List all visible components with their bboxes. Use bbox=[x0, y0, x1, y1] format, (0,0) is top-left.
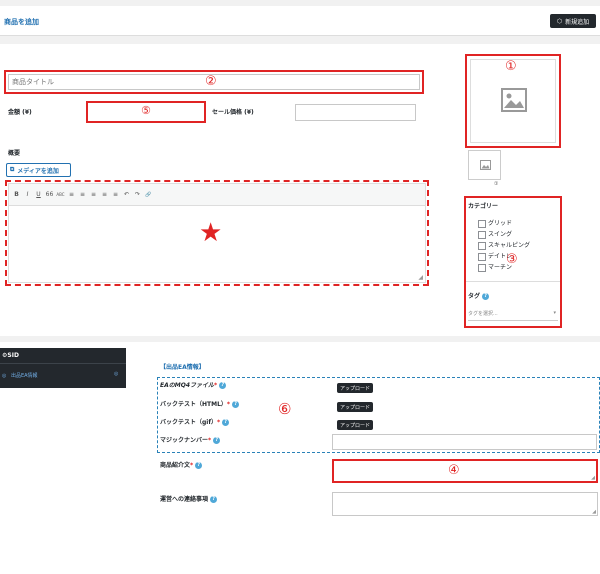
new-product-button[interactable]: ⬡ 新規追加 bbox=[550, 14, 596, 28]
contact-label: 運営への連絡事項? bbox=[160, 494, 218, 503]
meta-sidebar: ⚙SID ◎ 出品EA情報 ◎ bbox=[0, 348, 126, 388]
sale-price-input[interactable] bbox=[295, 104, 416, 121]
category-item[interactable]: デイトレ bbox=[478, 251, 558, 262]
checkbox[interactable] bbox=[478, 252, 486, 261]
align-left-button[interactable]: ≡ bbox=[88, 191, 99, 198]
category-item[interactable]: グリッド bbox=[478, 218, 558, 229]
checkbox[interactable] bbox=[478, 241, 486, 250]
thumbnail-image-icon bbox=[480, 160, 491, 170]
category-item[interactable]: スキャルピング bbox=[478, 240, 558, 251]
checkbox[interactable] bbox=[478, 230, 486, 239]
mq4-file-label: EAのMQ4ファイル*? bbox=[160, 380, 227, 389]
media-icon: ⧉ bbox=[10, 166, 15, 173]
magic-number-input[interactable] bbox=[332, 434, 597, 450]
bullet-list-button[interactable]: ≡ bbox=[66, 191, 77, 198]
annotation-2: ② bbox=[205, 74, 217, 89]
category-divider bbox=[466, 281, 560, 282]
sidebar-item-ea-info[interactable]: ◎ 出品EA情報 ◎ bbox=[0, 364, 126, 388]
help-icon[interactable]: ? bbox=[195, 462, 203, 469]
product-intro-label: 商品紹介文*? bbox=[160, 460, 203, 469]
editor-body[interactable]: ★ ◢ bbox=[9, 206, 425, 282]
editor-toolbar: B I U 66 ABC ≡ ≡ ≡ ≡ ≡ ↶ ↷ 🔗 bbox=[9, 184, 425, 206]
quote-button[interactable]: 66 bbox=[44, 191, 55, 198]
strikethrough-button[interactable]: ABC bbox=[55, 192, 66, 197]
help-icon[interactable]: ? bbox=[482, 293, 490, 300]
annotation-4: ④ bbox=[448, 463, 460, 478]
backtest-gif-upload-button[interactable]: アップロード bbox=[337, 420, 373, 430]
redo-button[interactable]: ↷ bbox=[132, 191, 143, 198]
box-icon: ⬡ bbox=[556, 17, 563, 25]
category-title: カテゴリー bbox=[468, 203, 499, 210]
checkbox[interactable] bbox=[478, 263, 486, 272]
image-placeholder-icon bbox=[501, 88, 527, 112]
annotation-5: ⑤ bbox=[141, 104, 151, 117]
backtest-gif-label: バックテスト（gif）*? bbox=[160, 417, 230, 426]
category-item[interactable]: スイング bbox=[478, 229, 558, 240]
resize-handle-icon[interactable]: ◢ bbox=[418, 274, 423, 281]
resize-handle-icon[interactable]: ◢ bbox=[592, 509, 596, 515]
italic-button[interactable]: I bbox=[22, 191, 33, 198]
sale-price-label: セール価格 (¥) bbox=[212, 109, 254, 116]
star-annotation: ★ bbox=[199, 218, 223, 248]
backtest-html-label: バックテスト（HTML）*? bbox=[160, 399, 240, 408]
page-title: 商品を追加 bbox=[4, 18, 39, 26]
category-list: グリッド スイング スキャルピング デイトレ マーチン bbox=[478, 218, 558, 273]
ea-section-title: 【出品EA情報】 bbox=[160, 364, 205, 371]
mq4-upload-button[interactable]: アップロード bbox=[337, 383, 373, 393]
category-item[interactable]: マーチン bbox=[478, 262, 558, 273]
price-label: 金額 (¥) bbox=[8, 109, 32, 116]
resize-handle-icon[interactable]: ◢ bbox=[591, 475, 595, 481]
tag-title: タグ bbox=[468, 293, 481, 300]
sidebar-header: ⚙SID bbox=[0, 348, 126, 364]
help-icon[interactable]: ? bbox=[232, 401, 240, 408]
backtest-html-upload-button[interactable]: アップロード bbox=[337, 402, 373, 412]
featured-image-box[interactable]: ① bbox=[465, 54, 561, 148]
circle-icon: ◎ bbox=[2, 373, 7, 379]
page-header: 商品を追加 ⬡ 新規追加 bbox=[0, 6, 600, 36]
underline-button[interactable]: U bbox=[33, 191, 44, 198]
content-editor: B I U 66 ABC ≡ ≡ ≡ ≡ ≡ ↶ ↷ 🔗 ★ ◢ bbox=[8, 183, 426, 283]
tag-title-row: タグ? bbox=[468, 291, 490, 300]
link-icon[interactable]: 🔗 bbox=[143, 192, 154, 198]
annotation-3: ③ bbox=[506, 252, 518, 267]
numbered-list-button[interactable]: ≡ bbox=[77, 191, 88, 198]
category-tag-box: カテゴリー グリッド スイング スキャルピング デイトレ マーチン ③ タグ? … bbox=[464, 196, 562, 328]
annotation-1: ① bbox=[505, 59, 517, 74]
help-icon[interactable]: ? bbox=[219, 382, 227, 389]
product-intro-textarea[interactable]: ④ ◢ bbox=[332, 459, 598, 483]
bold-button[interactable]: B bbox=[11, 191, 22, 198]
chevron-down-icon: ▾ bbox=[553, 310, 556, 316]
help-icon[interactable]: ? bbox=[210, 496, 218, 503]
magic-number-label: マジックナンバー*? bbox=[160, 435, 221, 444]
help-icon[interactable]: ? bbox=[222, 419, 230, 426]
align-right-button[interactable]: ≡ bbox=[110, 191, 121, 198]
undo-button[interactable]: ↶ bbox=[121, 191, 132, 198]
contact-textarea[interactable]: ◢ bbox=[332, 492, 598, 516]
gallery-thumbnail[interactable] bbox=[468, 150, 501, 180]
thumbnail-label: ① bbox=[494, 181, 499, 187]
align-center-button[interactable]: ≡ bbox=[99, 191, 110, 198]
annotation-6: ⑥ bbox=[278, 400, 292, 418]
help-icon[interactable]: ? bbox=[213, 437, 221, 444]
add-media-button[interactable]: ⧉ メディアを追加 bbox=[6, 163, 71, 177]
summary-label: 概要 bbox=[8, 150, 21, 157]
tag-select[interactable]: タグを選択... ▾ bbox=[468, 307, 558, 321]
checkbox[interactable] bbox=[478, 219, 486, 228]
arrow-icon: ◎ bbox=[114, 371, 119, 377]
